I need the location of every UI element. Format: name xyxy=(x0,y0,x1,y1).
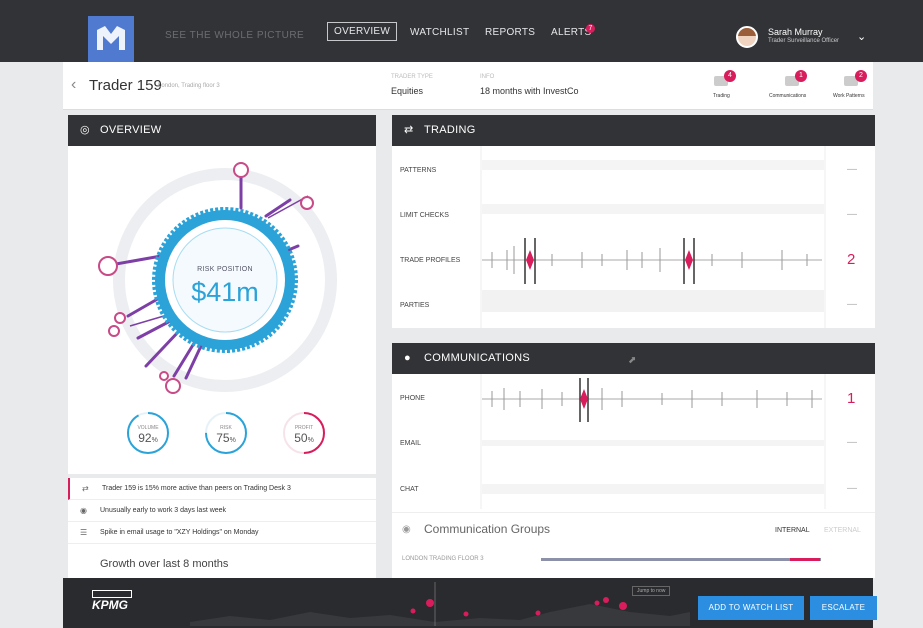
work-patterns-badge: 2 xyxy=(855,70,867,82)
trading-header: ⇄ TRADING xyxy=(392,115,875,146)
risk-position-label: RISK POSITION xyxy=(197,266,253,273)
avatar[interactable] xyxy=(736,26,758,48)
divider xyxy=(392,512,875,513)
swap-arrows-icon: ⇄ xyxy=(404,124,414,136)
trading-row-flag: — xyxy=(847,209,857,220)
insight-item[interactable]: ⇄ Trader 159 is 15% more active than pee… xyxy=(68,478,376,500)
trader-type-value: Equities xyxy=(391,86,424,96)
trading-row-flag: — xyxy=(847,164,857,175)
trading-badge: 4 xyxy=(724,70,736,82)
info-label: INFO xyxy=(480,74,495,80)
comm-row-flag: — xyxy=(847,437,857,448)
nav-reports[interactable]: REPORTS xyxy=(485,27,535,38)
insight-text: Spike in email usage to "XZY Holdings" o… xyxy=(100,529,259,536)
growth-title: Growth over last 8 months xyxy=(100,558,229,570)
user-role: Trader Surveillance Officer xyxy=(768,38,840,44)
insight-text: Trader 159 is 15% more active than peers… xyxy=(102,485,291,492)
profit-metric[interactable]: PROFIT 50% xyxy=(281,410,327,456)
overview-title: OVERVIEW xyxy=(100,124,162,136)
work-patterns-badge-label: Work Patterns xyxy=(833,93,865,99)
trading-row-label[interactable]: PARTIES xyxy=(400,302,429,309)
communication-groups-title: Communication Groups xyxy=(424,522,551,536)
target-icon: ◎ xyxy=(80,124,90,136)
tab-external[interactable]: EXTERNAL xyxy=(824,527,861,534)
tagline: SEE THE WHOLE PICTURE xyxy=(165,30,305,41)
comm-row-flag: — xyxy=(847,483,857,494)
comm-row-label[interactable]: EMAIL xyxy=(400,440,421,447)
alerts-count-badge: 7 xyxy=(586,24,595,33)
insight-item[interactable]: ☰ Spike in email usage to "XZY Holdings"… xyxy=(68,522,376,544)
trading-row-flag: 2 xyxy=(847,251,856,268)
profit-value: 50% xyxy=(294,431,314,445)
comm-row-label[interactable]: CHAT xyxy=(400,486,419,493)
trading-row-label[interactable]: PATTERNS xyxy=(400,167,436,174)
trading-row-label[interactable]: TRADE PROFILES xyxy=(400,257,460,264)
page-title: Trader 159 xyxy=(89,77,162,94)
insight-text: Unusually early to work 3 days last week xyxy=(100,507,227,514)
risk-value: 75% xyxy=(216,431,236,445)
app-logo[interactable] xyxy=(88,16,134,62)
kpmg-logo-blocks xyxy=(92,590,132,598)
group-icon: ◉ xyxy=(402,524,411,535)
back-arrow-icon[interactable]: ‹ xyxy=(71,76,76,94)
chat-bubble-icon: ● xyxy=(404,352,411,364)
mouse-cursor-icon: ⬈ xyxy=(628,355,637,366)
chevron-down-icon[interactable]: ⌄ xyxy=(857,30,866,43)
tab-internal[interactable]: INTERNAL xyxy=(775,527,810,534)
escalate-button[interactable]: ESCALATE xyxy=(810,596,877,620)
jump-to-now-button[interactable]: Jump to now xyxy=(632,586,671,596)
comm-row-flag: 1 xyxy=(847,390,856,407)
overview-header: ◎ OVERVIEW xyxy=(68,115,376,146)
trading-timeline xyxy=(480,146,826,328)
list-icon: ☰ xyxy=(80,528,88,537)
nav-overview[interactable]: OVERVIEW xyxy=(327,22,398,41)
volume-metric[interactable]: VOLUME 92% xyxy=(125,410,171,456)
volume-value: 92% xyxy=(138,431,158,445)
trading-badge-label: Trading xyxy=(713,93,730,99)
comm-row-label[interactable]: PHONE xyxy=(400,395,425,402)
app-root: SEE THE WHOLE PICTURE OVERVIEW WATCHLIST… xyxy=(0,0,923,628)
communications-timeline xyxy=(480,374,826,509)
nav-watchlist[interactable]: WATCHLIST xyxy=(410,27,469,38)
group-bar xyxy=(541,558,821,561)
clock-icon: ◉ xyxy=(80,506,87,515)
user-name[interactable]: Sarah Murray xyxy=(768,27,823,37)
add-to-watch-list-button[interactable]: ADD TO WATCH LIST xyxy=(698,596,804,620)
trader-type-label: TRADER TYPE xyxy=(391,74,433,80)
trading-row-flag: — xyxy=(847,299,857,310)
kpmg-logo: KPMG xyxy=(92,598,128,612)
swap-icon: ⇄ xyxy=(82,484,89,493)
trader-header: ‹ Trader 159 London, Trading floor 3 TRA… xyxy=(63,62,873,110)
risk-position-value: $41m xyxy=(191,277,259,307)
communications-badge: 1 xyxy=(795,70,807,82)
insight-item[interactable]: ◉ Unusually early to work 3 days last we… xyxy=(68,500,376,522)
communications-title: COMMUNICATIONS xyxy=(424,352,531,364)
group-bar-accent xyxy=(790,558,820,561)
top-nav-bar: SEE THE WHOLE PICTURE OVERVIEW WATCHLIST… xyxy=(0,0,923,62)
trading-title: TRADING xyxy=(424,124,476,136)
communications-badge-label: Communications xyxy=(769,93,807,99)
info-value: 18 months with InvestCo xyxy=(480,86,579,96)
group-row-label[interactable]: LONDON TRADING FLOOR 3 xyxy=(402,556,484,562)
trader-location: London, Trading floor 3 xyxy=(158,83,220,89)
trading-row-label[interactable]: LIMIT CHECKS xyxy=(400,212,449,219)
activity-timeline[interactable] xyxy=(190,582,690,626)
risk-metric[interactable]: RISK 75% xyxy=(203,410,249,456)
